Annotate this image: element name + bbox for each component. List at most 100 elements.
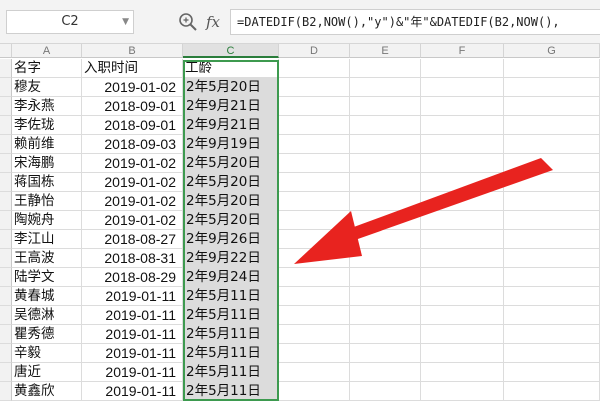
empty-cell[interactable] xyxy=(279,306,350,325)
row-header[interactable] xyxy=(0,59,12,78)
empty-cell[interactable] xyxy=(350,154,421,173)
empty-cell[interactable] xyxy=(421,382,504,401)
seniority-cell[interactable]: 2年9月21日 xyxy=(183,116,279,135)
seniority-cell[interactable]: 2年5月11日 xyxy=(183,382,279,401)
column-header-c[interactable]: C xyxy=(183,44,279,58)
row-header[interactable] xyxy=(0,173,12,192)
empty-cell[interactable] xyxy=(421,344,504,363)
hire-date-cell[interactable]: 2018-09-01 xyxy=(82,116,183,135)
empty-cell[interactable] xyxy=(350,173,421,192)
hire-date-cell[interactable]: 2019-01-02 xyxy=(82,192,183,211)
name-cell[interactable]: 宋海鹏 xyxy=(12,154,82,173)
empty-cell[interactable] xyxy=(421,287,504,306)
row-header[interactable] xyxy=(0,382,12,401)
name-cell[interactable]: 辛毅 xyxy=(12,344,82,363)
empty-cell[interactable] xyxy=(279,287,350,306)
row-header[interactable] xyxy=(0,249,12,268)
empty-cell[interactable] xyxy=(350,344,421,363)
seniority-cell[interactable]: 2年9月26日 xyxy=(183,230,279,249)
empty-cell[interactable] xyxy=(350,116,421,135)
empty-cell[interactable] xyxy=(279,154,350,173)
row-header[interactable] xyxy=(0,116,12,135)
empty-cell[interactable] xyxy=(421,325,504,344)
hire-date-cell[interactable]: 2019-01-11 xyxy=(82,363,183,382)
empty-cell[interactable] xyxy=(504,363,600,382)
fx-icon[interactable]: fx xyxy=(206,10,220,34)
empty-cell[interactable] xyxy=(350,249,421,268)
hire-date-cell[interactable]: 2018-09-01 xyxy=(82,97,183,116)
empty-cell[interactable] xyxy=(279,268,350,287)
row-header[interactable] xyxy=(0,287,12,306)
name-cell[interactable]: 赖前维 xyxy=(12,135,82,154)
empty-cell[interactable] xyxy=(279,230,350,249)
select-all-corner[interactable] xyxy=(0,44,12,58)
empty-cell[interactable] xyxy=(504,116,600,135)
hire-date-cell[interactable]: 2018-08-27 xyxy=(82,230,183,249)
name-cell[interactable]: 黄鑫欣 xyxy=(12,382,82,401)
row-header[interactable] xyxy=(0,97,12,116)
empty-cell[interactable] xyxy=(279,325,350,344)
empty-cell[interactable] xyxy=(350,211,421,230)
empty-cell[interactable] xyxy=(350,230,421,249)
empty-cell[interactable] xyxy=(504,173,600,192)
seniority-cell[interactable]: 2年5月20日 xyxy=(183,211,279,230)
empty-cell[interactable] xyxy=(504,97,600,116)
seniority-cell[interactable]: 2年5月20日 xyxy=(183,154,279,173)
row-header[interactable] xyxy=(0,306,12,325)
header-cell-hire-date[interactable]: 入职时间 xyxy=(82,59,183,78)
name-cell[interactable]: 王静怡 xyxy=(12,192,82,211)
empty-cell[interactable] xyxy=(350,325,421,344)
hire-date-cell[interactable]: 2018-08-31 xyxy=(82,249,183,268)
empty-cell[interactable] xyxy=(421,268,504,287)
empty-cell[interactable] xyxy=(504,154,600,173)
seniority-cell[interactable]: 2年9月19日 xyxy=(183,135,279,154)
empty-cell[interactable] xyxy=(350,78,421,97)
seniority-cell[interactable]: 2年5月11日 xyxy=(183,344,279,363)
empty-cell[interactable] xyxy=(504,192,600,211)
seniority-cell[interactable]: 2年5月20日 xyxy=(183,192,279,211)
empty-cell[interactable] xyxy=(504,287,600,306)
row-header[interactable] xyxy=(0,135,12,154)
row-header[interactable] xyxy=(0,363,12,382)
hire-date-cell[interactable]: 2019-01-11 xyxy=(82,344,183,363)
empty-cell[interactable] xyxy=(279,363,350,382)
empty-cell[interactable] xyxy=(279,211,350,230)
name-box[interactable]: C2 ▼ xyxy=(6,10,134,34)
name-cell[interactable]: 唐近 xyxy=(12,363,82,382)
seniority-cell[interactable]: 2年5月11日 xyxy=(183,306,279,325)
empty-cell[interactable] xyxy=(504,306,600,325)
column-header-e[interactable]: E xyxy=(350,44,421,58)
column-header-f[interactable]: F xyxy=(421,44,504,58)
empty-cell[interactable] xyxy=(279,116,350,135)
column-header-a[interactable]: A xyxy=(12,44,82,58)
seniority-cell[interactable]: 2年5月11日 xyxy=(183,325,279,344)
empty-cell[interactable] xyxy=(350,363,421,382)
empty-cell[interactable] xyxy=(421,306,504,325)
hire-date-cell[interactable]: 2019-01-11 xyxy=(82,287,183,306)
empty-cell[interactable] xyxy=(504,230,600,249)
empty-cell[interactable] xyxy=(421,97,504,116)
name-cell[interactable]: 王高波 xyxy=(12,249,82,268)
hire-date-cell[interactable]: 2019-01-02 xyxy=(82,211,183,230)
row-header[interactable] xyxy=(0,344,12,363)
seniority-cell[interactable]: 2年9月22日 xyxy=(183,249,279,268)
empty-cell[interactable] xyxy=(279,97,350,116)
row-header[interactable] xyxy=(0,325,12,344)
row-header[interactable] xyxy=(0,230,12,249)
empty-cell[interactable] xyxy=(421,116,504,135)
empty-cell[interactable] xyxy=(350,135,421,154)
formula-input[interactable]: =DATEDIF(B2,NOW(),"y")&"年"&DATEDIF(B2,NO… xyxy=(230,9,600,35)
empty-cell[interactable] xyxy=(421,173,504,192)
empty-cell[interactable] xyxy=(504,78,600,97)
name-cell[interactable]: 蒋国栋 xyxy=(12,173,82,192)
seniority-cell[interactable]: 2年5月11日 xyxy=(183,287,279,306)
empty-cell[interactable] xyxy=(504,268,600,287)
hire-date-cell[interactable]: 2018-08-29 xyxy=(82,268,183,287)
empty-cell[interactable] xyxy=(421,59,504,78)
name-cell[interactable]: 陶婉舟 xyxy=(12,211,82,230)
name-cell[interactable]: 瞿秀德 xyxy=(12,325,82,344)
name-cell[interactable]: 穆友 xyxy=(12,78,82,97)
empty-cell[interactable] xyxy=(421,154,504,173)
hire-date-cell[interactable]: 2019-01-02 xyxy=(82,154,183,173)
empty-cell[interactable] xyxy=(504,211,600,230)
